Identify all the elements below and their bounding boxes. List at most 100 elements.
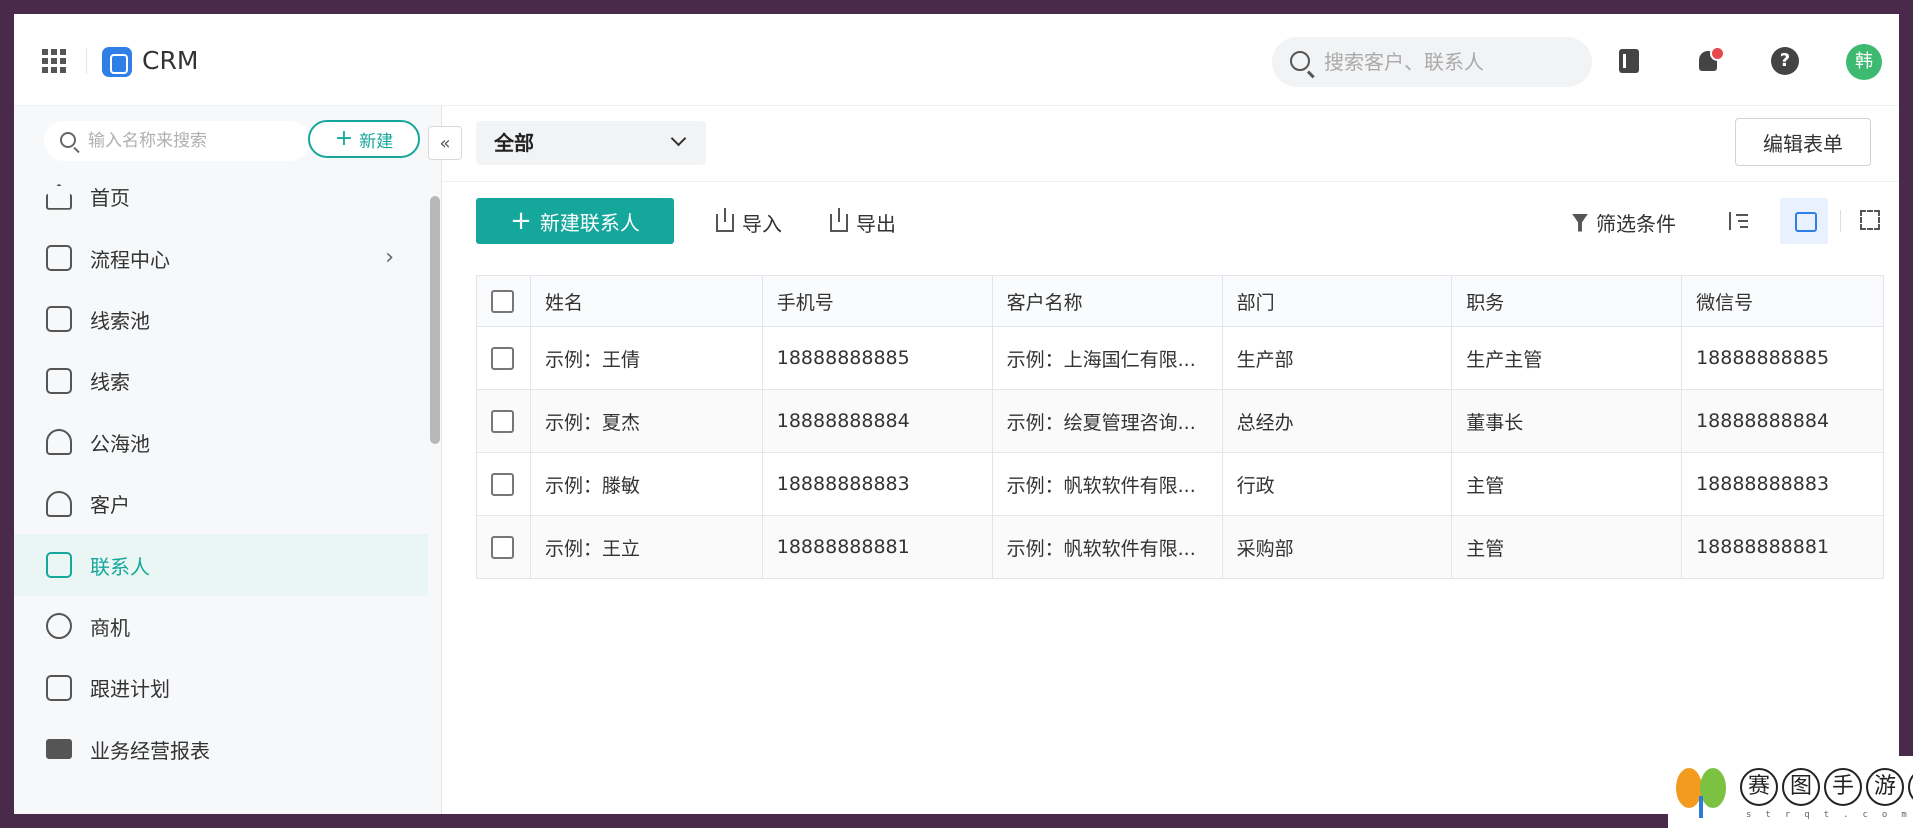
sidebar-item-label: 跟进计划 xyxy=(90,677,170,702)
global-search-input[interactable] xyxy=(1324,49,1574,75)
sidebar-search-input[interactable] xyxy=(88,130,298,152)
sidebar-item-opportunities[interactable]: 商机 xyxy=(14,596,428,657)
view-select-value: 全部 xyxy=(494,131,534,155)
site-watermark: 赛 图 手 游 网 strqt.com xyxy=(1668,756,1913,828)
cell-phone: 18888888881 xyxy=(761,515,993,579)
home-icon xyxy=(46,183,72,210)
cell-title: 主管 xyxy=(1451,452,1683,516)
cell-title: 主管 xyxy=(1451,515,1683,579)
row-checkbox[interactable] xyxy=(491,409,514,433)
public-pool-icon xyxy=(46,429,72,456)
cell-phone: 18888888883 xyxy=(761,452,993,516)
apps-grid-icon[interactable] xyxy=(42,49,66,73)
cell-department: 采购部 xyxy=(1221,515,1453,579)
avatar[interactable]: 韩 xyxy=(1846,44,1882,80)
sidebar: + 新建 « 首页 流程中心 › 线索池 线索 xyxy=(14,106,462,814)
table-row[interactable]: 示例：王倩 18888888885 示例：上海国仁有限... 生产部 生产主管 … xyxy=(476,326,1884,390)
column-header-name[interactable]: 姓名 xyxy=(529,275,763,327)
chevron-right-icon: › xyxy=(385,245,394,271)
watermark-char: 手 xyxy=(1824,768,1862,806)
sidebar-item-label: 商机 xyxy=(90,615,130,640)
filter-label: 筛选条件 xyxy=(1596,212,1676,236)
table-row[interactable]: 示例：滕敏 18888888883 示例：帆软软件有限... 行政 主管 188… xyxy=(476,452,1884,516)
cell-title: 董事长 xyxy=(1451,389,1683,453)
download-icon xyxy=(716,207,734,232)
table-row[interactable]: 示例：夏杰 18888888884 示例：绘夏管理咨询... 总经办 董事长 1… xyxy=(476,389,1884,453)
crm-window: CRM ? 韩 + 新建 « 首页 流程中心 › xyxy=(14,14,1899,814)
main-content: 全部 编辑表单 + 新建联系人 导入 导出 筛选条件 姓名 手机号 客户名称 部… xyxy=(442,106,1899,814)
sidebar-item-leads[interactable]: 线索 xyxy=(14,350,428,411)
divider xyxy=(86,48,87,74)
sort-icon[interactable] xyxy=(1726,210,1748,232)
sidebar-search[interactable] xyxy=(44,121,310,161)
select-all-checkbox[interactable] xyxy=(491,289,514,313)
cell-name: 示例：王立 xyxy=(529,515,763,579)
cell-name: 示例：夏杰 xyxy=(529,389,763,453)
sidebar-item-label: 流程中心 xyxy=(90,247,170,272)
column-header-wechat[interactable]: 微信号 xyxy=(1681,275,1884,327)
sidebar-scrollbar[interactable] xyxy=(430,196,440,444)
cell-department: 总经办 xyxy=(1221,389,1453,453)
row-select-cell xyxy=(476,515,531,579)
cell-department: 生产部 xyxy=(1221,326,1453,390)
sidebar-item-contacts[interactable]: 联系人 xyxy=(14,534,428,596)
watermark-char: 图 xyxy=(1782,768,1820,806)
sidebar-item-label: 公海池 xyxy=(90,431,150,456)
folder-icon xyxy=(46,739,72,760)
toolbar: + 新建联系人 导入 导出 筛选条件 xyxy=(442,198,1899,244)
column-header-customer[interactable]: 客户名称 xyxy=(991,275,1223,327)
fullscreen-icon[interactable] xyxy=(1860,210,1880,230)
cell-name: 示例：滕敏 xyxy=(529,452,763,516)
export-label: 导出 xyxy=(856,212,896,236)
collapse-sidebar-button[interactable]: « xyxy=(428,126,462,160)
sidebar-new-button[interactable]: + 新建 xyxy=(308,120,420,158)
column-header-phone[interactable]: 手机号 xyxy=(761,275,993,327)
help-icon[interactable]: ? xyxy=(1771,47,1799,75)
view-select[interactable]: 全部 xyxy=(476,121,706,165)
table-row[interactable]: 示例：王立 18888888881 示例：帆软软件有限... 采购部 主管 18… xyxy=(476,515,1884,579)
sidebar-item-lead-pool[interactable]: 线索池 xyxy=(14,289,428,350)
customer-icon xyxy=(46,490,72,517)
sidebar-item-business-report[interactable]: 业务经营报表 xyxy=(14,719,428,780)
search-icon xyxy=(60,132,76,148)
cell-wechat: 18888888883 xyxy=(1681,452,1884,516)
new-contact-label: 新建联系人 xyxy=(539,210,640,235)
sidebar-item-follow-up-plan[interactable]: 跟进计划 xyxy=(14,657,428,718)
row-select-cell xyxy=(476,389,531,453)
layout-toggle-icon[interactable] xyxy=(1780,198,1828,244)
export-button[interactable]: 导出 xyxy=(830,207,896,237)
upload-icon xyxy=(830,207,848,232)
cell-customer: 示例：上海国仁有限... xyxy=(991,326,1223,390)
cell-wechat: 18888888884 xyxy=(1681,389,1884,453)
column-header-department[interactable]: 部门 xyxy=(1221,275,1453,327)
import-button[interactable]: 导入 xyxy=(716,207,782,237)
sidebar-item-label: 线索池 xyxy=(90,308,150,333)
row-checkbox[interactable] xyxy=(491,346,514,370)
new-contact-button[interactable]: + 新建联系人 xyxy=(476,198,674,244)
butterfly-logo-icon xyxy=(1674,766,1732,820)
column-header-title[interactable]: 职务 xyxy=(1451,275,1683,327)
divider xyxy=(1840,210,1841,232)
table-header-row: 姓名 手机号 客户名称 部门 职务 微信号 xyxy=(476,275,1884,327)
watermark-char: 游 xyxy=(1866,768,1904,806)
sidebar-item-label: 线索 xyxy=(90,370,130,395)
sidebar-item-home[interactable]: 首页 xyxy=(14,166,428,227)
sidebar-item-label: 客户 xyxy=(90,493,130,518)
chevron-down-icon xyxy=(670,130,687,147)
sidebar-item-process-center[interactable]: 流程中心 › xyxy=(14,227,428,288)
import-label: 导入 xyxy=(742,212,782,236)
app-title: CRM xyxy=(142,46,199,75)
sidebar-item-public-pool[interactable]: 公海池 xyxy=(14,412,428,473)
row-checkbox[interactable] xyxy=(491,472,514,496)
row-checkbox[interactable] xyxy=(491,535,514,559)
cell-department: 行政 xyxy=(1221,452,1453,516)
contacts-icon xyxy=(46,552,72,579)
filter-button[interactable]: 筛选条件 xyxy=(1572,208,1676,237)
watermark-char: 赛 xyxy=(1740,768,1778,806)
address-book-icon[interactable] xyxy=(1614,46,1644,76)
edit-form-button[interactable]: 编辑表单 xyxy=(1735,118,1871,166)
notification-bell-icon[interactable] xyxy=(1693,46,1725,76)
cell-customer: 示例：帆软软件有限... xyxy=(991,515,1223,579)
sidebar-item-customers[interactable]: 客户 xyxy=(14,473,428,534)
global-search[interactable] xyxy=(1272,37,1592,87)
